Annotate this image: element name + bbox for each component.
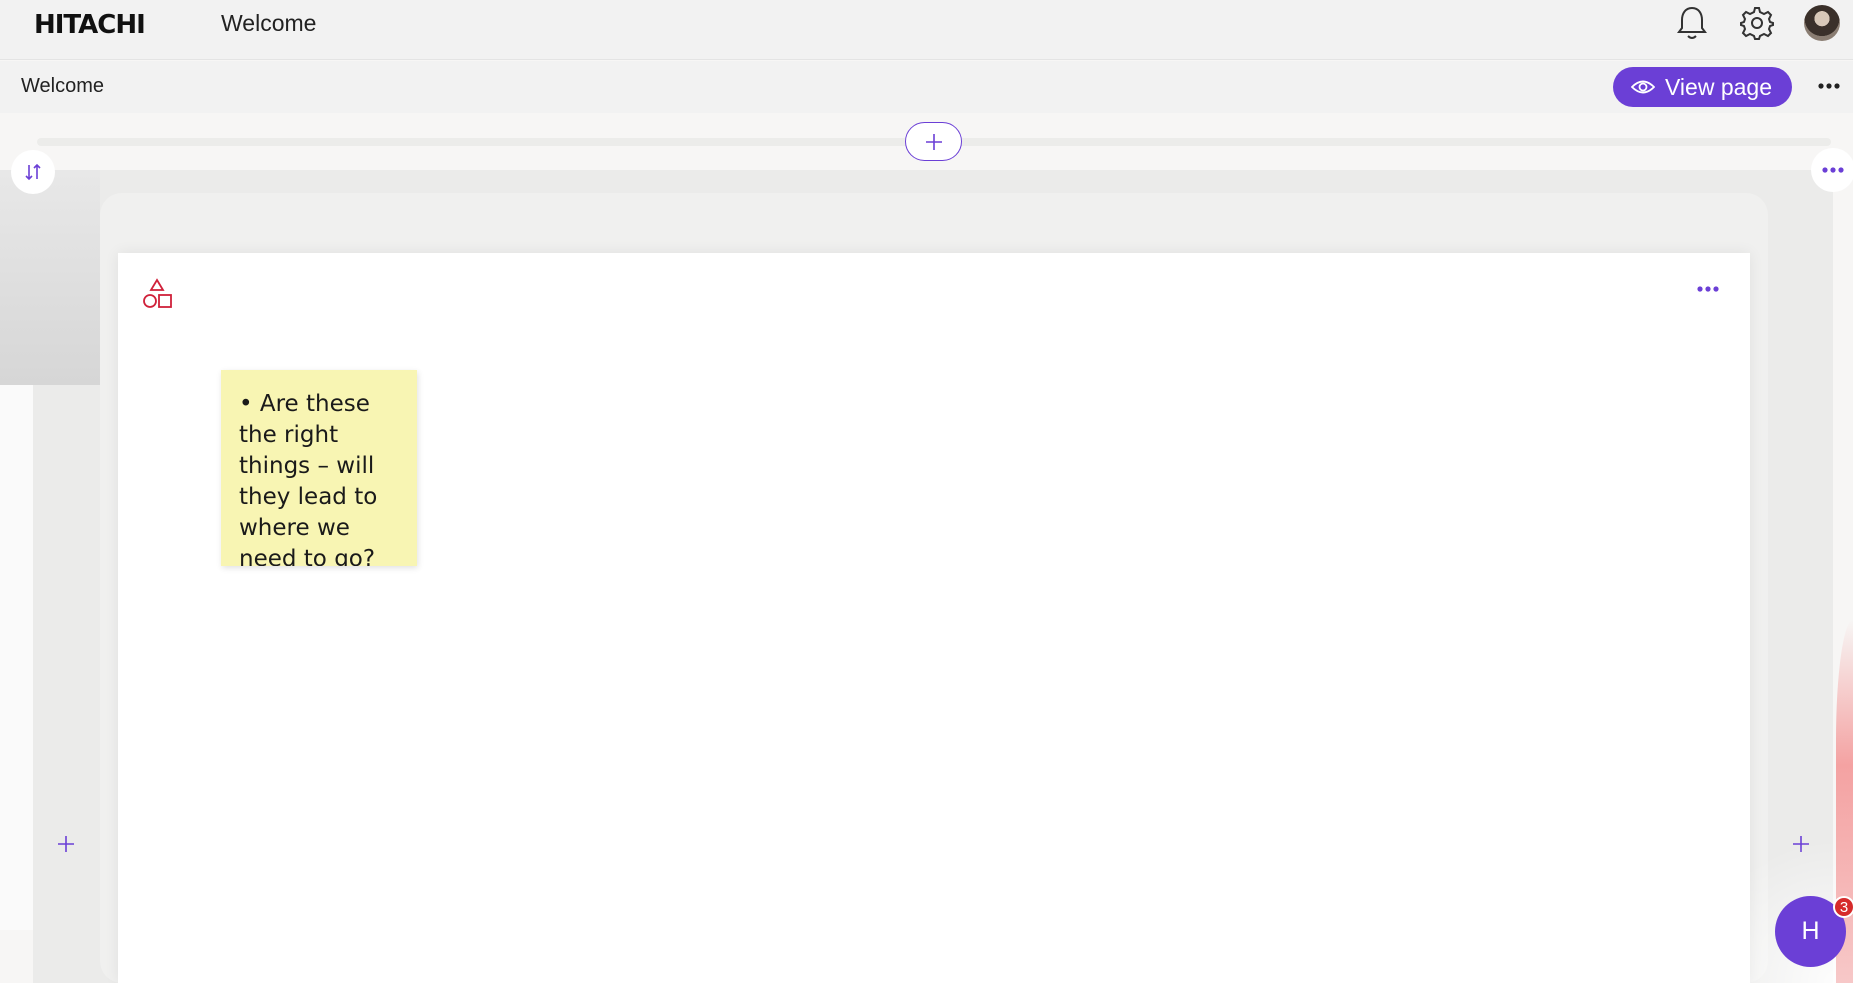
view-page-label: View page <box>1665 73 1772 100</box>
section-shadow <box>0 170 100 385</box>
app-title: Welcome <box>221 10 317 36</box>
canvas-card[interactable] <box>118 253 1750 983</box>
sticky-note-text: • Are these the right things – will they… <box>239 391 378 566</box>
bell-icon[interactable] <box>1672 3 1712 43</box>
more-horizontal-icon <box>1697 286 1719 292</box>
section-more-button[interactable] <box>1811 148 1853 192</box>
shapes-icon <box>140 277 174 311</box>
view-page-button[interactable]: View page <box>1613 67 1792 107</box>
gear-icon[interactable] <box>1737 3 1777 43</box>
card-more-button[interactable] <box>1692 277 1724 301</box>
add-section-button[interactable] <box>905 122 962 161</box>
left-margin <box>0 385 33 930</box>
reorder-section-button[interactable] <box>11 150 55 194</box>
notification-badge: 3 <box>1833 896 1853 918</box>
plus-icon <box>58 836 74 852</box>
eye-icon <box>1631 80 1655 94</box>
page-title: Welcome <box>21 75 104 97</box>
more-horizontal-icon[interactable] <box>1814 71 1844 101</box>
sort-arrows-icon <box>25 163 41 181</box>
page-toolbar: Welcome View page <box>0 61 1853 113</box>
plus-icon <box>925 133 942 150</box>
more-horizontal-icon <box>1822 167 1844 173</box>
top-bar: HITACHI Welcome <box>0 0 1853 60</box>
sticky-note[interactable]: • Are these the right things – will they… <box>221 370 417 566</box>
avatar[interactable] <box>1804 5 1840 41</box>
hitachi-logo[interactable]: HITACHI <box>34 10 146 40</box>
help-label: H <box>1801 917 1820 945</box>
add-column-left-button[interactable] <box>54 832 78 856</box>
